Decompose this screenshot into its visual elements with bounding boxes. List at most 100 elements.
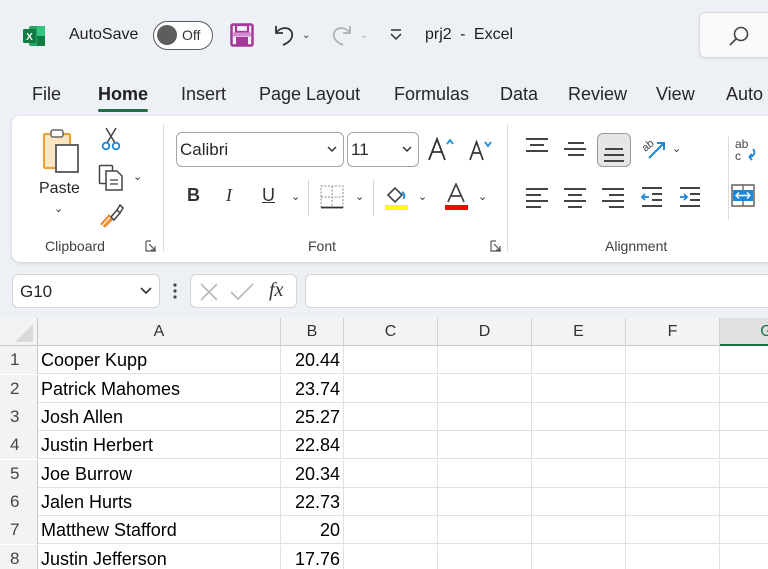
cell-g6[interactable] — [720, 488, 768, 516]
cell-c3[interactable] — [344, 403, 438, 431]
cell-f2[interactable] — [626, 375, 720, 403]
cell-e3[interactable] — [532, 403, 626, 431]
cancel-icon[interactable] — [199, 282, 219, 302]
name-box[interactable]: G10 — [12, 274, 160, 308]
cell-d1[interactable] — [438, 346, 532, 374]
increase-indent-icon[interactable] — [678, 186, 702, 208]
cell-e4[interactable] — [532, 431, 626, 459]
paste-button[interactable]: Paste ⌄ — [34, 124, 84, 224]
orientation-icon[interactable]: ab — [640, 134, 668, 162]
column-header-g[interactable]: G — [720, 318, 768, 346]
cell-d4[interactable] — [438, 431, 532, 459]
row-header[interactable]: 4 — [0, 431, 38, 459]
cell-f4[interactable] — [626, 431, 720, 459]
formula-input[interactable] — [305, 274, 768, 308]
cell-g3[interactable] — [720, 403, 768, 431]
search-box[interactable] — [699, 12, 768, 58]
cell-f3[interactable] — [626, 403, 720, 431]
undo-dropdown[interactable]: ⌄ — [302, 30, 310, 41]
cell-c4[interactable] — [344, 431, 438, 459]
column-header-b[interactable]: B — [281, 318, 344, 346]
cell-a8[interactable]: Justin Jefferson — [38, 545, 281, 569]
increase-font-size-icon[interactable] — [427, 136, 457, 164]
cell-a6[interactable]: Jalen Hurts — [38, 488, 281, 516]
italic-button[interactable]: I — [226, 185, 232, 206]
fill-color-icon[interactable] — [384, 183, 410, 211]
align-center-button[interactable] — [564, 186, 586, 208]
decrease-font-size-icon[interactable] — [468, 138, 496, 164]
cell-b1[interactable]: 20.44 — [281, 346, 344, 374]
bottom-align-button[interactable] — [597, 133, 631, 167]
cell-b5[interactable]: 20.34 — [281, 460, 344, 488]
undo-icon[interactable] — [272, 22, 298, 48]
redo-dropdown[interactable]: ⌄ — [360, 30, 368, 41]
underline-button[interactable]: U — [262, 185, 275, 206]
column-header-d[interactable]: D — [438, 318, 532, 346]
cell-f5[interactable] — [626, 460, 720, 488]
cell-f6[interactable] — [626, 488, 720, 516]
cell-a2[interactable]: Patrick Mahomes — [38, 375, 281, 403]
tab-review[interactable]: Review — [568, 84, 627, 105]
middle-align-button[interactable] — [564, 140, 586, 160]
cell-g8[interactable] — [720, 545, 768, 569]
cell-c7[interactable] — [344, 516, 438, 544]
cell-e1[interactable] — [532, 346, 626, 374]
cell-a3[interactable]: Josh Allen — [38, 403, 281, 431]
cell-b2[interactable]: 23.74 — [281, 375, 344, 403]
tab-home[interactable]: Home — [98, 84, 149, 112]
font-color-dropdown[interactable]: ⌄ — [478, 190, 487, 203]
cell-c1[interactable] — [344, 346, 438, 374]
autosave-toggle[interactable]: Off — [153, 21, 213, 50]
format-painter-icon[interactable] — [98, 202, 124, 228]
cell-d6[interactable] — [438, 488, 532, 516]
row-header[interactable]: 5 — [0, 460, 38, 488]
formula-bar-resize-handle[interactable] — [172, 280, 178, 302]
borders-dropdown[interactable]: ⌄ — [355, 190, 364, 203]
tab-file[interactable]: File — [32, 84, 61, 105]
align-right-button[interactable] — [602, 186, 624, 208]
tab-insert[interactable]: Insert — [181, 84, 226, 105]
row-header[interactable]: 8 — [0, 545, 38, 569]
cell-f7[interactable] — [626, 516, 720, 544]
tab-view[interactable]: View — [656, 84, 695, 105]
row-header[interactable]: 2 — [0, 375, 38, 403]
bold-button[interactable]: B — [187, 185, 200, 206]
cell-b8[interactable]: 17.76 — [281, 545, 344, 569]
cut-icon[interactable] — [100, 126, 122, 152]
cell-e7[interactable] — [532, 516, 626, 544]
cell-f1[interactable] — [626, 346, 720, 374]
cell-c6[interactable] — [344, 488, 438, 516]
cell-e2[interactable] — [532, 375, 626, 403]
insert-function-icon[interactable]: fx — [269, 279, 283, 302]
clipboard-dialog-launcher-icon[interactable] — [145, 240, 157, 252]
save-icon[interactable] — [230, 23, 254, 47]
redo-icon[interactable] — [328, 22, 354, 48]
font-name-dropdown[interactable]: Calibri — [176, 132, 344, 167]
cell-c8[interactable] — [344, 545, 438, 569]
row-header[interactable]: 3 — [0, 403, 38, 431]
cell-b3[interactable]: 25.27 — [281, 403, 344, 431]
cell-g1[interactable] — [720, 346, 768, 374]
tab-page-layout[interactable]: Page Layout — [259, 84, 360, 105]
row-header[interactable]: 1 — [0, 346, 38, 374]
cell-e8[interactable] — [532, 545, 626, 569]
cell-b6[interactable]: 22.73 — [281, 488, 344, 516]
orientation-dropdown[interactable]: ⌄ — [672, 142, 681, 155]
cell-d8[interactable] — [438, 545, 532, 569]
cell-a4[interactable]: Justin Herbert — [38, 431, 281, 459]
underline-dropdown[interactable]: ⌄ — [291, 190, 300, 203]
merge-center-icon[interactable] — [731, 184, 757, 208]
fill-color-dropdown[interactable]: ⌄ — [418, 190, 427, 203]
cell-g4[interactable] — [720, 431, 768, 459]
cell-e5[interactable] — [532, 460, 626, 488]
cell-c2[interactable] — [344, 375, 438, 403]
cell-d5[interactable] — [438, 460, 532, 488]
align-left-button[interactable] — [526, 186, 548, 208]
cell-g5[interactable] — [720, 460, 768, 488]
decrease-indent-icon[interactable] — [640, 186, 664, 208]
column-header-c[interactable]: C — [344, 318, 438, 346]
tab-data[interactable]: Data — [500, 84, 538, 105]
tab-automate[interactable]: Auto — [726, 84, 763, 105]
font-size-dropdown[interactable]: 11 — [347, 132, 419, 167]
cell-c5[interactable] — [344, 460, 438, 488]
